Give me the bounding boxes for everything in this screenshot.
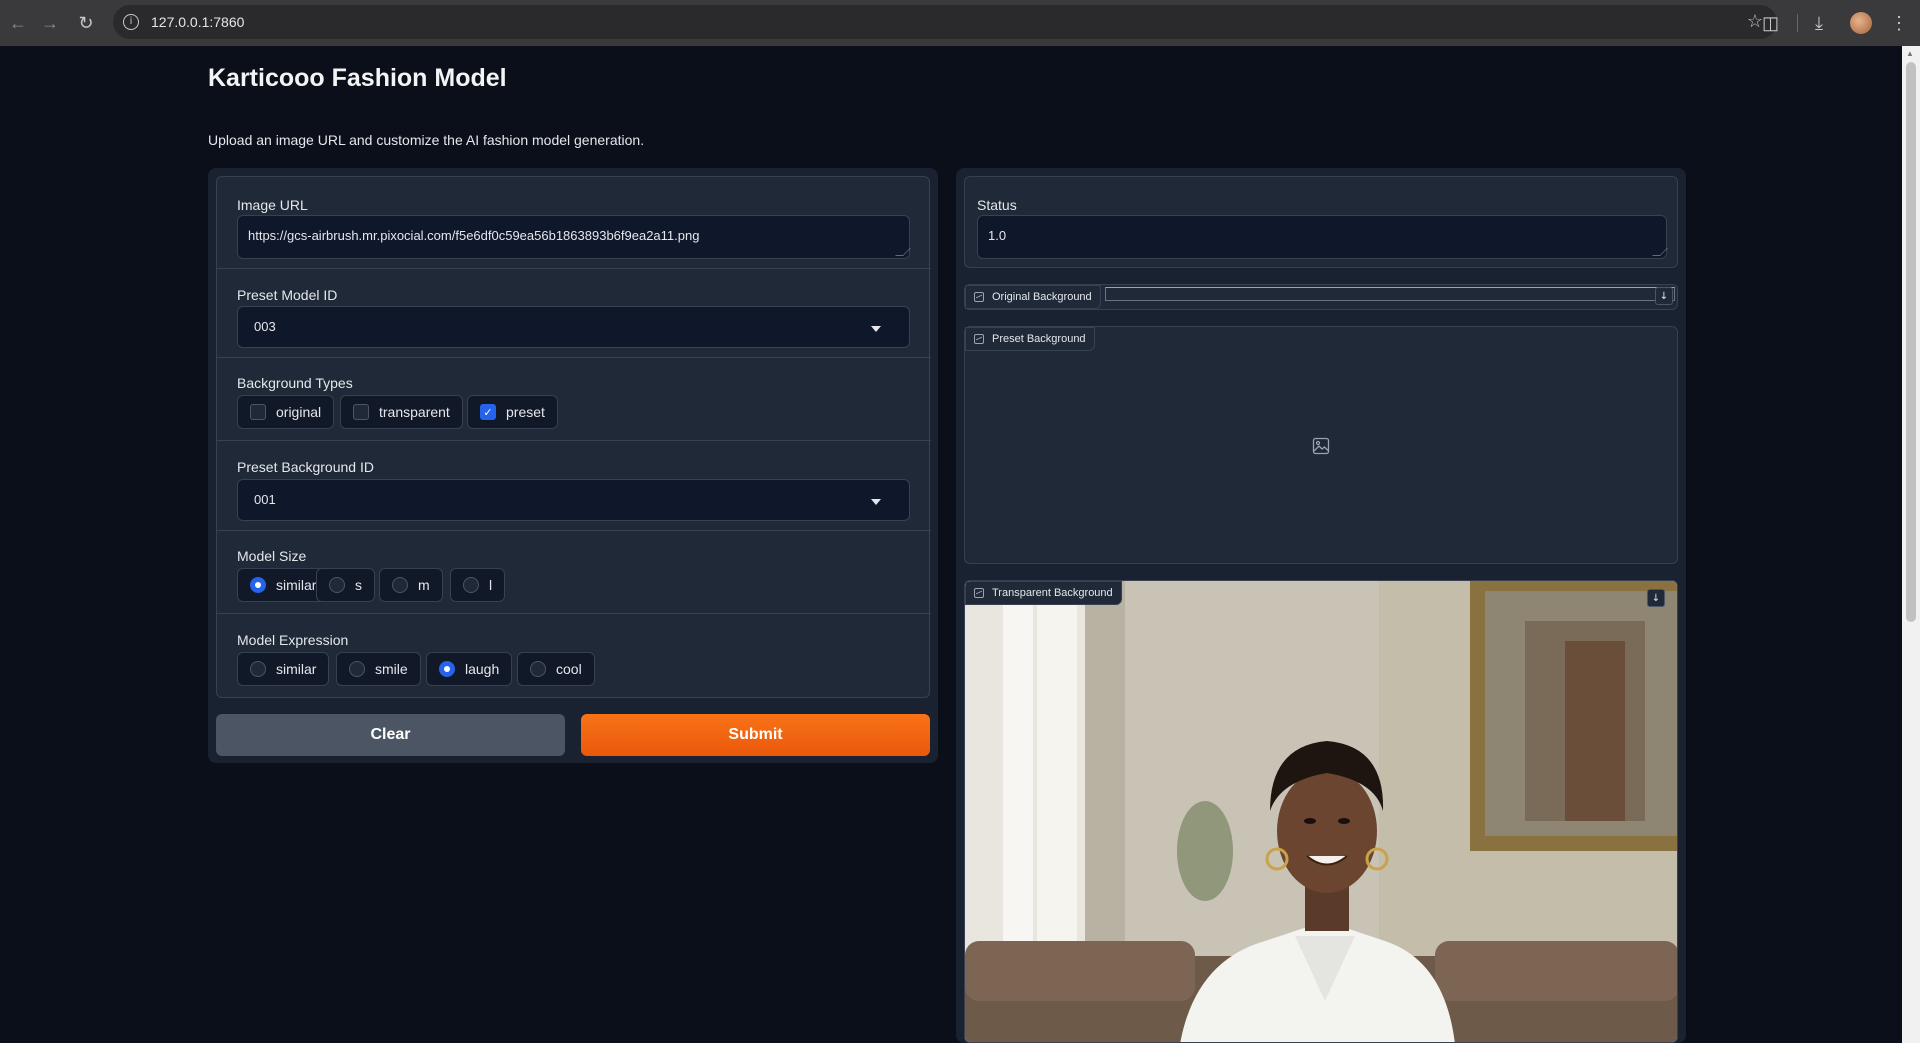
- back-icon[interactable]: ←: [0, 5, 36, 41]
- submit-button[interactable]: Submit: [581, 714, 930, 756]
- resize-handle[interactable]: [1652, 248, 1668, 256]
- preset-background-id-value: 001: [254, 492, 276, 507]
- download-icon[interactable]: ↓: [1647, 589, 1665, 607]
- image-icon: [974, 334, 984, 344]
- radio-size-m[interactable]: m: [379, 568, 443, 602]
- profile-avatar[interactable]: [1850, 8, 1872, 38]
- menu-icon[interactable]: ⋮: [1890, 8, 1908, 38]
- preset-background-id-label: Preset Background ID: [237, 459, 374, 475]
- preset-model-id-label: Preset Model ID: [237, 287, 338, 303]
- transparent-background-label: Transparent Background: [965, 581, 1122, 605]
- scroll-thumb[interactable]: [1906, 62, 1916, 622]
- divider: [217, 530, 931, 531]
- avatar[interactable]: [1850, 12, 1872, 34]
- divider: [217, 613, 931, 614]
- preset-background-id-dropdown[interactable]: 001: [237, 479, 910, 521]
- generated-model-image: [965, 581, 1677, 1042]
- divider: [217, 440, 931, 441]
- status-block: Status 1.0: [964, 176, 1678, 268]
- radio-button[interactable]: [463, 577, 479, 593]
- checkbox-original[interactable]: original: [237, 395, 335, 429]
- radio-expression-smile[interactable]: smile: [336, 652, 421, 686]
- forward-icon[interactable]: →: [32, 5, 68, 41]
- address-bar[interactable]: i 127.0.0.1:7860 ☆: [113, 5, 1777, 39]
- checkbox-box[interactable]: [353, 404, 369, 420]
- image-icon: [974, 588, 984, 598]
- radio-button[interactable]: [349, 661, 365, 677]
- checkbox-label: original: [276, 404, 322, 420]
- radio-label: similar: [276, 661, 317, 677]
- page-scrollbar[interactable]: ▲: [1902, 46, 1920, 1043]
- status-label: Status: [977, 197, 1017, 213]
- input-form-block: Image URL https://gcs-airbrush.mr.pixoci…: [216, 176, 931, 698]
- radio-expression-cool[interactable]: cool: [517, 652, 595, 686]
- image-url-input[interactable]: https://gcs-airbrush.mr.pixocial.com/f5e…: [237, 215, 911, 259]
- download-icon[interactable]: ↓: [1655, 287, 1673, 305]
- radio-button[interactable]: [329, 577, 345, 593]
- output-panel: Status 1.0 Original Background ↓ Preset …: [956, 168, 1686, 1043]
- page-title: Karticooo Fashion Model: [208, 64, 507, 92]
- radio-label: smile: [375, 661, 408, 677]
- radio-expression-similar[interactable]: similar: [237, 652, 330, 686]
- preset-model-id-value: 003: [254, 319, 276, 334]
- image-placeholder-icon: [1312, 437, 1330, 455]
- status-value: 1.0: [988, 228, 1007, 243]
- radio-size-l[interactable]: l: [450, 568, 506, 602]
- chevron-down-icon: [871, 499, 881, 505]
- downloads-icon[interactable]: ⤓: [1815, 8, 1823, 38]
- checkbox-label: transparent: [379, 404, 450, 420]
- status-output[interactable]: 1.0: [977, 215, 1668, 259]
- image-url-value: https://gcs-airbrush.mr.pixocial.com/f5e…: [248, 228, 700, 243]
- preset-background-label: Preset Background: [965, 327, 1095, 351]
- radio-label: cool: [556, 661, 582, 677]
- radio-label: m: [418, 577, 430, 593]
- image-icon: [974, 292, 984, 302]
- radio-size-s[interactable]: s: [316, 568, 375, 602]
- radio-button[interactable]: [530, 661, 546, 677]
- checkbox-box[interactable]: [250, 404, 266, 420]
- radio-expression-laugh[interactable]: laugh: [426, 652, 513, 686]
- scroll-up-icon[interactable]: ▲: [1906, 49, 1914, 58]
- transparent-background-block: Transparent Background ↓: [964, 580, 1678, 1043]
- checkbox-preset[interactable]: ✓ preset: [467, 395, 558, 429]
- radio-button[interactable]: [250, 661, 266, 677]
- image-frame: [1105, 287, 1675, 301]
- address-url: 127.0.0.1:7860: [151, 14, 245, 30]
- image-label-text: Original Background: [992, 291, 1092, 303]
- radio-selected[interactable]: [250, 577, 266, 593]
- radio-label: laugh: [465, 661, 500, 677]
- radio-selected[interactable]: [439, 661, 455, 677]
- toolbar-divider: [1797, 14, 1798, 32]
- checkbox-label: preset: [506, 404, 545, 420]
- divider: [217, 357, 931, 358]
- original-background-block: Original Background ↓: [964, 284, 1678, 310]
- image-label-text: Transparent Background: [992, 587, 1113, 599]
- checkmark-icon[interactable]: ✓: [480, 404, 496, 420]
- original-background-label: Original Background: [965, 285, 1101, 309]
- site-info-icon[interactable]: i: [123, 14, 139, 30]
- radio-label: l: [489, 577, 493, 593]
- chevron-down-icon: [871, 326, 881, 332]
- radio-label: similar: [276, 577, 317, 593]
- resize-handle[interactable]: [895, 248, 911, 256]
- reload-icon[interactable]: ↻: [68, 5, 104, 41]
- page-description: Upload an image URL and customize the AI…: [208, 132, 645, 148]
- extensions-icon[interactable]: ◫: [1762, 8, 1779, 38]
- preset-model-id-dropdown[interactable]: 003: [237, 306, 910, 348]
- checkbox-transparent[interactable]: transparent: [340, 395, 463, 429]
- model-size-label: Model Size: [237, 548, 307, 564]
- radio-button[interactable]: [392, 577, 408, 593]
- radio-label: s: [355, 577, 362, 593]
- clear-button[interactable]: Clear: [216, 714, 565, 756]
- model-expression-label: Model Expression: [237, 632, 349, 648]
- image-url-label: Image URL: [237, 197, 308, 213]
- preset-background-block: Preset Background: [964, 326, 1678, 564]
- input-panel: Image URL https://gcs-airbrush.mr.pixoci…: [208, 168, 938, 763]
- bookmark-star-icon[interactable]: ☆: [1747, 11, 1763, 32]
- image-label-text: Preset Background: [992, 333, 1086, 345]
- background-types-label: Background Types: [237, 375, 353, 391]
- divider: [217, 268, 931, 269]
- browser-toolbar: ← → ↻ i 127.0.0.1:7860 ☆ ◫ ⤓ ⋮: [0, 0, 1920, 46]
